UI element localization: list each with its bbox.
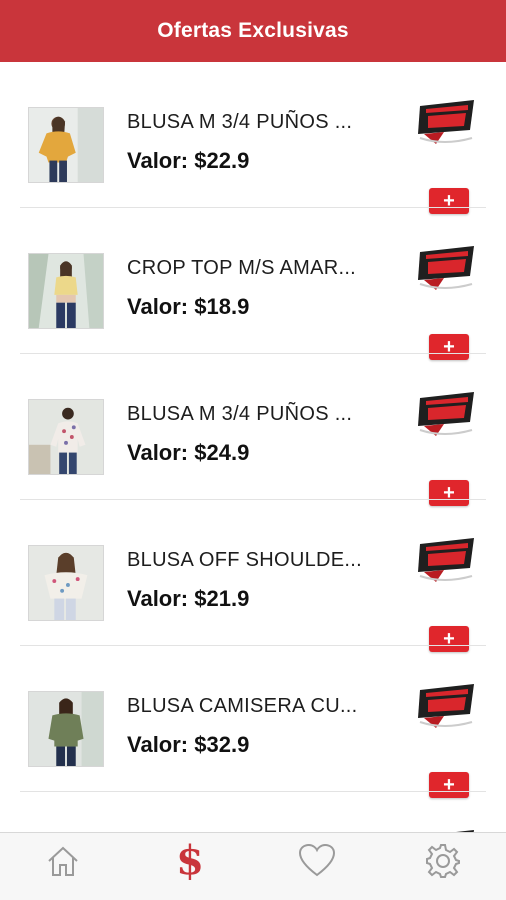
- product-price: Valor: $22.9: [127, 148, 250, 173]
- mega-sale-badge: [414, 98, 478, 150]
- product-item[interactable]: CROP TOP M/S AMAR... Valor: $18.9 +: [0, 208, 506, 360]
- mega-sale-badge: [414, 390, 478, 442]
- product-title[interactable]: BLUSA OFF SHOULDE...: [127, 549, 362, 572]
- product-item[interactable]: [0, 792, 506, 832]
- product-image[interactable]: [28, 107, 104, 183]
- product-title[interactable]: CROP TOP M/S AMAR...: [127, 257, 356, 280]
- app-header: Ofertas Exclusivas: [0, 0, 506, 62]
- product-item[interactable]: BLUSA M 3/4 PUÑOS ... Valor: $24.9 +: [0, 354, 506, 506]
- product-image[interactable]: [28, 545, 104, 621]
- page-title: Ofertas Exclusivas: [157, 19, 349, 42]
- product-image[interactable]: [28, 399, 104, 475]
- product-price: Valor: $32.9: [127, 732, 250, 757]
- bottom-tab-bar: $: [0, 832, 506, 900]
- heart-icon[interactable]: [297, 841, 337, 881]
- product-price: Valor: $24.9: [127, 440, 250, 465]
- product-title[interactable]: BLUSA CAMISERA CU...: [127, 695, 358, 718]
- mega-sale-badge: [414, 682, 478, 734]
- product-item[interactable]: BLUSA M 3/4 PUÑOS ... Valor: $22.9 +: [0, 62, 506, 214]
- product-image[interactable]: [28, 691, 104, 767]
- product-image[interactable]: [28, 253, 104, 329]
- product-item[interactable]: BLUSA CAMISERA CU... Valor: $32.9 +: [0, 646, 506, 798]
- product-item[interactable]: BLUSA OFF SHOULDE... Valor: $21.9 +: [0, 500, 506, 652]
- product-price: Valor: $21.9: [127, 586, 250, 611]
- product-list[interactable]: BLUSA M 3/4 PUÑOS ... Valor: $22.9 + CRO…: [0, 62, 506, 832]
- dollar-icon[interactable]: $: [170, 841, 210, 881]
- product-price: Valor: $18.9: [127, 294, 250, 319]
- home-icon[interactable]: [43, 841, 83, 881]
- product-title[interactable]: BLUSA M 3/4 PUÑOS ...: [127, 403, 352, 426]
- mega-sale-badge: [414, 244, 478, 296]
- gear-icon[interactable]: [423, 841, 463, 881]
- product-title[interactable]: BLUSA M 3/4 PUÑOS ...: [127, 111, 352, 134]
- mega-sale-badge: [414, 536, 478, 588]
